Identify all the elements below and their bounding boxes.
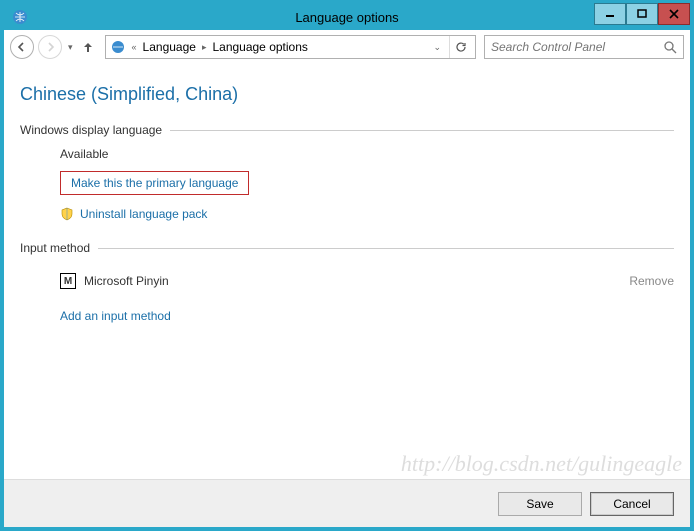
input-method-row: M Microsoft Pinyin Remove: [60, 265, 674, 297]
add-input-method-link[interactable]: Add an input method: [60, 309, 171, 323]
display-language-status: Available: [60, 147, 674, 161]
chevron-right-icon: ▸: [200, 42, 209, 53]
search-input[interactable]: [491, 40, 663, 54]
content-area: Chinese (Simplified, China) Windows disp…: [4, 64, 690, 479]
close-button[interactable]: [658, 3, 690, 25]
input-method-name: Microsoft Pinyin: [84, 274, 169, 288]
save-button[interactable]: Save: [498, 492, 582, 516]
app-icon: [10, 7, 30, 27]
minimize-button[interactable]: [594, 3, 626, 25]
input-method-label-text: Input method: [20, 241, 90, 255]
remove-input-method-link[interactable]: Remove: [629, 274, 674, 288]
address-icon: [110, 39, 126, 55]
uninstall-language-pack-link[interactable]: Uninstall language pack: [80, 207, 207, 221]
language-title: Chinese (Simplified, China): [20, 84, 674, 105]
separator: [98, 248, 674, 249]
refresh-button[interactable]: [449, 36, 471, 58]
separator: [170, 130, 674, 131]
address-bar[interactable]: « Language ▸ Language options ⌄: [105, 35, 476, 59]
history-chevron-icon[interactable]: ▾: [66, 42, 75, 53]
display-language-label-text: Windows display language: [20, 123, 162, 137]
titlebar: Language options: [4, 4, 690, 30]
search-icon[interactable]: [663, 40, 677, 54]
input-method-icon: M: [60, 273, 76, 289]
input-method-group-label: Input method: [20, 241, 674, 255]
up-button[interactable]: [79, 38, 97, 56]
display-language-group-label: Windows display language: [20, 123, 674, 137]
nav-toolbar: ▾ « Language ▸ Language options ⌄: [4, 30, 690, 64]
make-primary-link[interactable]: Make this the primary language: [60, 171, 249, 195]
shield-icon: [60, 207, 74, 221]
breadcrumb-1[interactable]: Language: [143, 40, 196, 54]
forward-button[interactable]: [38, 35, 62, 59]
chevron-icon: «: [130, 42, 139, 52]
footer-bar: Save Cancel: [4, 479, 690, 527]
window-title: Language options: [4, 10, 690, 25]
search-box[interactable]: [484, 35, 684, 59]
cancel-button[interactable]: Cancel: [590, 492, 674, 516]
maximize-button[interactable]: [626, 3, 658, 25]
back-button[interactable]: [10, 35, 34, 59]
address-dropdown-icon[interactable]: ⌄: [431, 42, 443, 53]
breadcrumb-2[interactable]: Language options: [212, 40, 307, 54]
